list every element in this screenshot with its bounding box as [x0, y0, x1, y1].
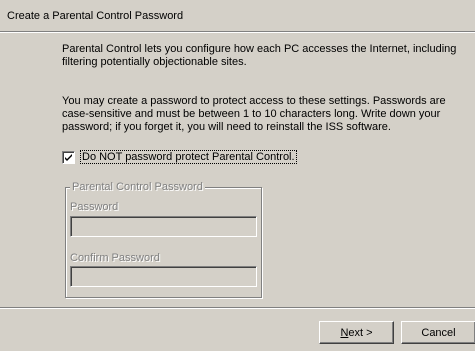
footer-separator-highlight [0, 308, 475, 309]
password-label: Password [70, 201, 119, 213]
no-password-checkbox-label[interactable]: Do NOT password protect Parental Control… [80, 150, 297, 164]
dialog-title: Create a Parental Control Password [7, 10, 184, 22]
next-button-mnemonic: N [340, 326, 349, 339]
next-button-label: ext > [348, 326, 373, 339]
instructions-text: You may create a password to protect acc… [62, 95, 446, 133]
next-button[interactable]: Next > [319, 321, 394, 344]
checkmark-icon [65, 153, 72, 161]
header-separator-highlight [0, 32, 475, 33]
parental-control-dialog: Create a Parental Control Password Paren… [0, 0, 475, 351]
cancel-button-label: Cancel [421, 326, 456, 339]
password-group-legend: Parental Control Password [70, 181, 205, 193]
intro-text: Parental Control lets you configure how … [62, 43, 457, 68]
cancel-button[interactable]: Cancel [401, 321, 475, 344]
confirm-password-field[interactable] [70, 266, 257, 287]
no-password-checkbox[interactable] [62, 150, 75, 164]
confirm-password-label: Confirm Password [70, 252, 160, 264]
password-field[interactable] [70, 216, 257, 237]
no-password-checkbox-row[interactable]: Do NOT password protect Parental Control… [62, 150, 297, 164]
